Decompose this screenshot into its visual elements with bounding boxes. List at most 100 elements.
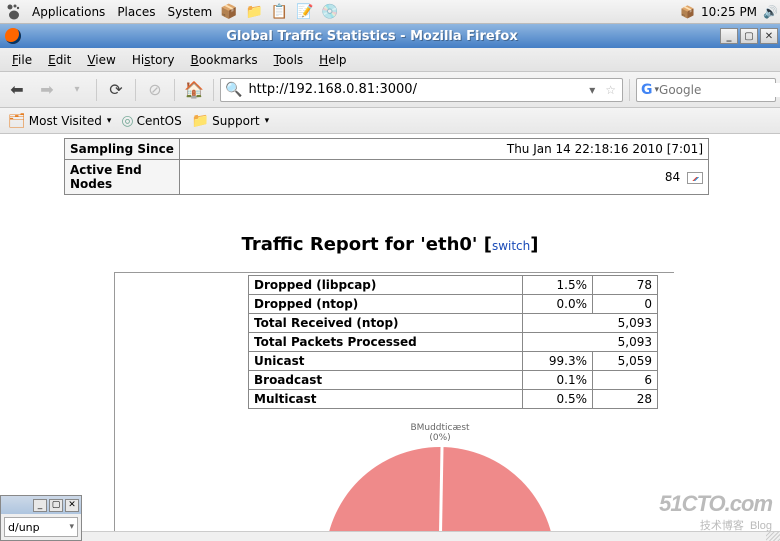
menu-tools[interactable]: Tools: [266, 51, 312, 69]
sampling-since-value: Thu Jan 14 22:18:16 2010 [7:01]: [180, 139, 709, 160]
stat-count: 5,093: [523, 314, 658, 333]
bookmark-star-icon[interactable]: ☆: [599, 83, 622, 97]
bookmark-centos[interactable]: ◎ CentOS: [117, 111, 185, 131]
chevron-down-icon: ▾: [265, 116, 270, 126]
secondary-url-bar[interactable]: d/unp ▾: [4, 517, 78, 537]
launcher-icon[interactable]: 💿: [321, 4, 338, 20]
window-titlebar: Global Traffic Statistics - Mozilla Fire…: [0, 24, 780, 48]
stat-label: Dropped (libpcap): [249, 276, 523, 295]
stats-body: Dropped (libpcap)1.5%78 Dropped (ntop)0.0…: [249, 276, 658, 409]
google-icon[interactable]: G: [637, 82, 655, 98]
gnome-menu-applications[interactable]: Applications: [26, 5, 111, 19]
close-button[interactable]: ✕: [760, 28, 778, 44]
page-icon: ◎: [121, 113, 133, 129]
launcher-icon[interactable]: 📁: [245, 4, 262, 20]
gnome-menu-places[interactable]: Places: [111, 5, 161, 19]
stop-button[interactable]: ⊘: [142, 77, 168, 103]
panel-volume-icon[interactable]: 🔊: [763, 5, 778, 19]
search-input[interactable]: [659, 83, 780, 97]
panel-clock[interactable]: 10:25 PM: [695, 5, 763, 19]
table-row: Active End Nodes 84: [65, 160, 709, 195]
menu-view[interactable]: View: [79, 51, 123, 69]
close-button[interactable]: ✕: [65, 499, 79, 512]
stat-percent: 0.1%: [523, 371, 593, 390]
folder-icon: 🗂: [8, 113, 26, 129]
stat-label: Broadcast: [249, 371, 523, 390]
url-dropdown-icon[interactable]: ▾: [585, 83, 599, 97]
stat-label: Total Packets Processed: [249, 333, 523, 352]
status-bar: [0, 531, 780, 541]
menu-edit[interactable]: Edit: [40, 51, 79, 69]
bookmark-most-visited[interactable]: 🗂 Most Visited ▾: [4, 111, 115, 131]
table-row: Sampling Since Thu Jan 14 22:18:16 2010 …: [65, 139, 709, 160]
window-title: Global Traffic Statistics - Mozilla Fire…: [26, 29, 718, 44]
bookmark-label: Most Visited: [29, 114, 102, 128]
menu-history[interactable]: History: [124, 51, 183, 69]
stat-percent: 0.5%: [523, 390, 593, 409]
pie-chart: BMuddticæst (0%): [320, 424, 560, 541]
stat-percent: 0.0%: [523, 295, 593, 314]
maximize-button[interactable]: ▢: [49, 499, 63, 512]
bookmark-label: Support: [212, 114, 259, 128]
gnome-panel: Applications Places System 📦 📁 📋 📝 💿 📦 1…: [0, 0, 780, 24]
bookmark-label: CentOS: [137, 114, 182, 128]
watermark: 51CTO.com 技术博客 Blog: [659, 491, 772, 533]
gnome-menu-system[interactable]: System: [161, 5, 218, 19]
launcher-icon[interactable]: 📋: [271, 4, 288, 20]
pie-chart-label: BMuddticæst (0%): [320, 424, 560, 444]
stat-label: Unicast: [249, 352, 523, 371]
secondary-url-text: d/unp: [5, 521, 43, 534]
url-bar[interactable]: 🔍 ▾ ☆: [220, 78, 623, 102]
stat-percent: 99.3%: [523, 352, 593, 371]
stats-table: Dropped (libpcap)1.5%78 Dropped (ntop)0.0…: [248, 275, 658, 409]
bookmarks-toolbar: 🗂 Most Visited ▾ ◎ CentOS 📁 Support ▾: [0, 108, 780, 134]
minimize-button[interactable]: _: [720, 28, 738, 44]
url-input[interactable]: [246, 80, 585, 99]
stat-count: 5,093: [523, 333, 658, 352]
stat-count: 5,059: [593, 352, 658, 371]
stat-count: 78: [593, 276, 658, 295]
pie-chart-graphic: [325, 447, 555, 541]
menu-help[interactable]: Help: [311, 51, 354, 69]
stat-label: Multicast: [249, 390, 523, 409]
bookmark-support[interactable]: 📁 Support ▾: [188, 111, 273, 131]
active-nodes-label: Active End Nodes: [65, 160, 180, 195]
search-bar[interactable]: G ▾ 🔍: [636, 78, 776, 102]
menu-file[interactable]: File: [4, 51, 40, 69]
stat-count: 6: [593, 371, 658, 390]
reload-button[interactable]: ⟳: [103, 77, 129, 103]
folder-icon: 📁: [192, 113, 209, 129]
launcher-icon[interactable]: 📝: [296, 4, 313, 20]
chevron-down-icon: ▾: [107, 116, 112, 126]
panel-update-icon[interactable]: 📦: [680, 5, 695, 19]
table-row: Total Received (ntop)5,093: [249, 314, 658, 333]
stat-label: Dropped (ntop): [249, 295, 523, 314]
firefox-menubar: File Edit View History Bookmarks Tools H…: [0, 48, 780, 72]
forward-button[interactable]: ➡: [34, 77, 60, 103]
table-row: Unicast99.3%5,059: [249, 352, 658, 371]
chevron-down-icon[interactable]: ▾: [66, 522, 77, 532]
launcher-icon[interactable]: 📦: [220, 4, 237, 20]
stat-count: 0: [593, 295, 658, 314]
panel-launcher-icons[interactable]: 📦 📁 📋 📝 💿: [218, 4, 341, 20]
back-history-dropdown[interactable]: ▾: [64, 77, 90, 103]
firefox-icon: [5, 28, 21, 44]
info-table: Sampling Since Thu Jan 14 22:18:16 2010 …: [64, 138, 709, 195]
gnome-foot-icon: [5, 3, 23, 21]
report-heading: Traffic Report for 'eth0' [switch]: [0, 234, 780, 255]
home-button[interactable]: 🏠: [181, 77, 207, 103]
maximize-button[interactable]: ▢: [740, 28, 758, 44]
search-icon: 🔍: [221, 82, 246, 98]
back-button[interactable]: ⬅: [4, 77, 30, 103]
minimize-button[interactable]: _: [33, 499, 47, 512]
active-nodes-value: 84: [180, 160, 709, 195]
firefox-toolbar: ⬅ ➡ ▾ ⟳ ⊘ 🏠 🔍 ▾ ☆ G ▾ 🔍: [0, 72, 780, 108]
resize-grip[interactable]: [766, 531, 780, 541]
chart-link-icon[interactable]: [687, 172, 703, 184]
table-row: Total Packets Processed5,093: [249, 333, 658, 352]
stat-label: Total Received (ntop): [249, 314, 523, 333]
stat-percent: 1.5%: [523, 276, 593, 295]
table-row: Multicast0.5%28: [249, 390, 658, 409]
switch-interface-link[interactable]: switch: [492, 239, 530, 253]
menu-bookmarks[interactable]: Bookmarks: [183, 51, 266, 69]
